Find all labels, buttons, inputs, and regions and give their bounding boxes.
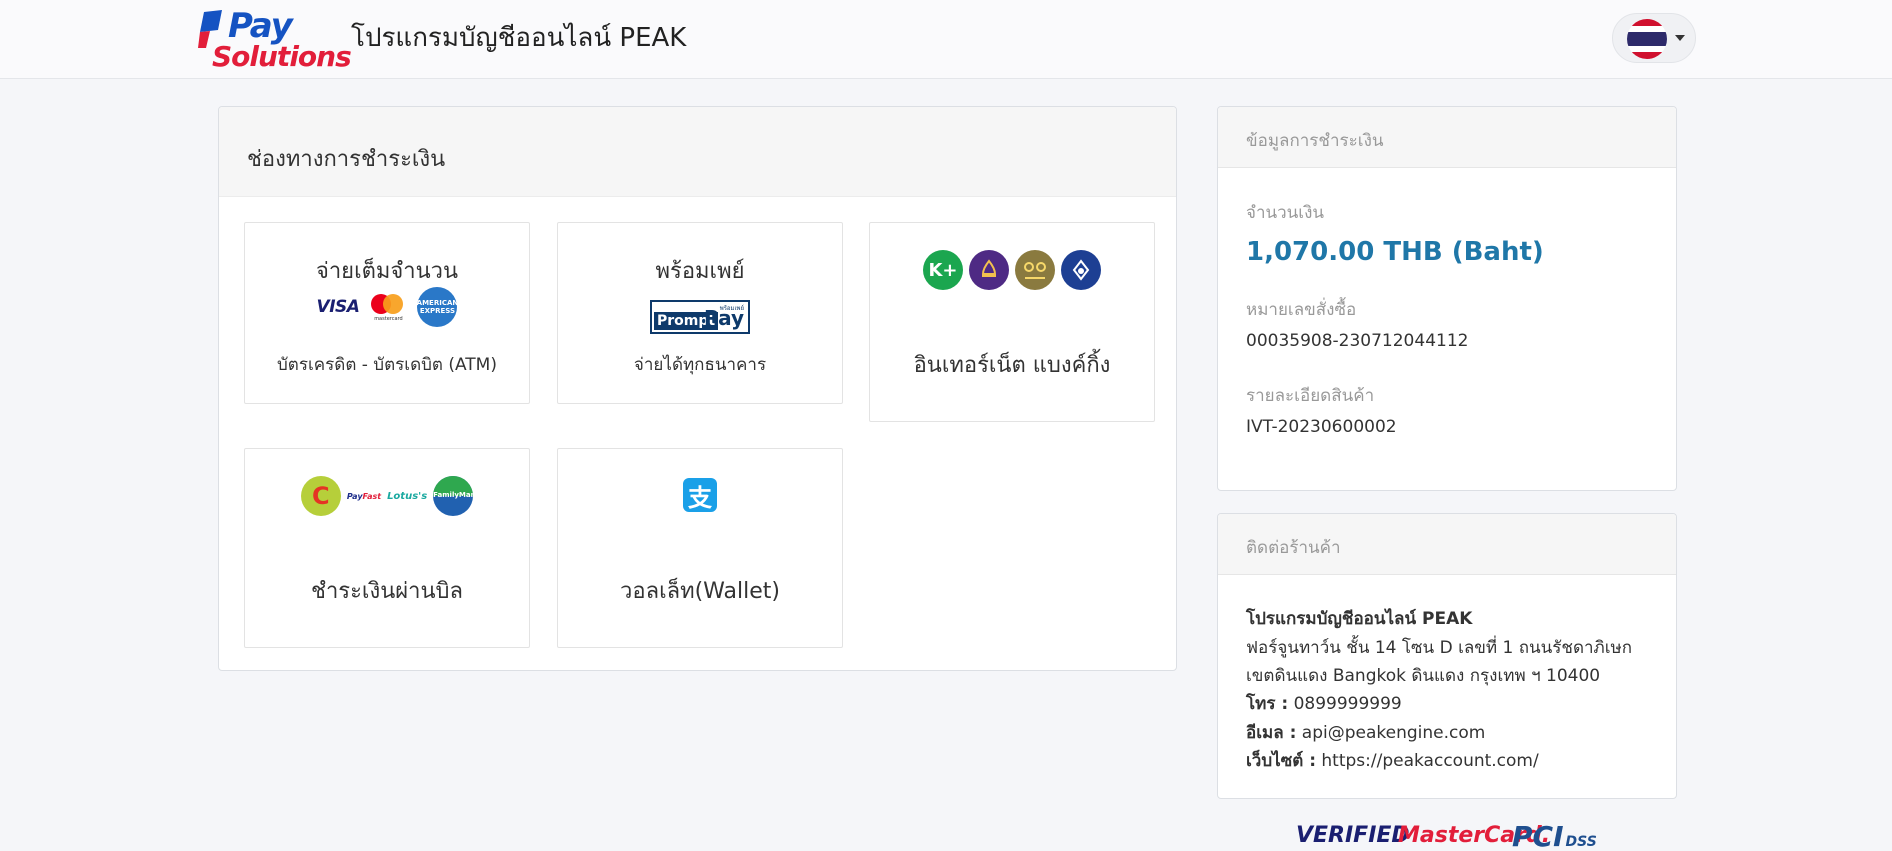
verified-by-visa-badge: VERIFIED (1296, 823, 1410, 848)
payment-option-promptpay[interactable]: พร้อมเพย์ พร้อมเพย์ Prompt Pay จ่ายได้ทุ… (557, 222, 843, 404)
logo-text-solutions: Solutions (212, 40, 352, 73)
merchant-email: อีเมล : api@peakengine.com (1246, 723, 1486, 743)
scb-icon (969, 250, 1009, 290)
option-title: วอลเล็ท(Wallet) (620, 579, 780, 604)
payment-option-card[interactable]: จ่ายเต็มจำนวน VISA mastercard AMERICAN E… (244, 222, 530, 404)
merchant-contact-card: ติดต่อร้านค้า โปรแกรมบัญชีออนไลน์ PEAK ฟ… (1217, 513, 1677, 799)
visa-icon: VISA (316, 297, 360, 317)
payment-option-wallet[interactable]: 支 วอลเล็ท(Wallet) (557, 448, 843, 648)
payment-info-card: ข้อมูลการชำระเงิน จำนวนเงิน 1,070.00 THB… (1217, 106, 1677, 491)
option-title: จ่ายเต็มจำนวน (315, 259, 459, 284)
order-number-value: 00035908-230712044112 (1246, 331, 1469, 351)
chevron-down-icon (1675, 35, 1685, 41)
thailand-flag-icon (1627, 19, 1667, 59)
merchant-address-line2: เขตดินแดง Bangkok ดินแดง กรุงเทพ ฯ 10400 (1246, 666, 1601, 686)
promptpay-icon: พร้อมเพย์ Prompt Pay (650, 300, 750, 334)
mastercard-icon: mastercard (371, 292, 405, 322)
payment-info-title: ข้อมูลการชำระเงิน (1246, 131, 1384, 151)
top-navbar: Pay Solutions โปรแกรมบัญชีออนไลน์ PEAK (0, 0, 1892, 79)
bangkok-bank-icon (1061, 250, 1101, 290)
language-switcher-button[interactable] (1612, 13, 1696, 63)
kbank-icon: K+ (923, 250, 963, 290)
payment-channels-title: ช่องทางการชำระเงิน (247, 147, 446, 172)
pci-dss-badge: PCI DSS (1512, 820, 1597, 851)
amount-value: 1,070.00 THB (Baht) (1246, 237, 1544, 267)
payment-option-internet-banking[interactable]: K+ อินเทอร์เน็ต แบงค์กิ้ง (869, 222, 1155, 422)
order-number-label: หมายเลขสั่งซื้อ (1246, 300, 1357, 320)
pay-solutions-logo[interactable]: Pay Solutions (196, 6, 352, 73)
alipay-icon: 支 (683, 478, 717, 512)
option-subtitle: บัตรเครดิต - บัตรเดบิต (ATM) (277, 355, 497, 375)
familymart-icon: FamilyMart (433, 476, 474, 516)
amex-icon: AMERICAN EXPRESS (417, 287, 458, 327)
option-subtitle: จ่ายได้ทุกธนาคาร (633, 355, 767, 375)
merchant-address-line1: ฟอร์จูนทาว์น ชั้น 14 โซน D เลขที่ 1 ถนนร… (1246, 638, 1633, 658)
option-title: พร้อมเพย์ (655, 259, 745, 284)
bank-icons: K+ (870, 249, 1154, 291)
product-detail-label: รายละเอียดสินค้า (1246, 386, 1375, 406)
product-detail-value: IVT-20230600002 (1246, 417, 1397, 437)
payfast-icon: PayFast (346, 491, 382, 501)
merchant-website: เว็บไซต์ : https://peakaccount.com/ (1246, 751, 1539, 771)
bigc-icon: C (300, 476, 341, 516)
krungsri-icon (1015, 250, 1055, 290)
amount-label: จำนวนเงิน (1246, 203, 1325, 223)
payment-channels-header: ช่องทางการชำระเงิน (219, 107, 1176, 197)
merchant-phone: โทร : 0899999999 (1246, 694, 1402, 714)
merchant-name: โปรแกรมบัญชีออนไลน์ PEAK (1246, 609, 1473, 629)
merchant-title: โปรแกรมบัญชีออนไลน์ PEAK (351, 23, 687, 53)
counter-service-icons: C PayFast Lotus's FamilyMart (245, 475, 529, 517)
payment-option-bill-payment[interactable]: C PayFast Lotus's FamilyMart ชำระเงินผ่า… (244, 448, 530, 648)
lotus-icon: Lotus's (387, 490, 428, 502)
card-brand-icons: VISA mastercard AMERICAN EXPRESS (245, 287, 529, 327)
merchant-contact-title: ติดต่อร้านค้า (1246, 538, 1341, 558)
option-title: ชำระเงินผ่านบิล (311, 579, 463, 604)
payment-channels-panel: ช่องทางการชำระเงิน จ่ายเต็มจำนวน VISA ma… (218, 106, 1177, 671)
option-title: อินเทอร์เน็ต แบงค์กิ้ง (913, 353, 1111, 378)
